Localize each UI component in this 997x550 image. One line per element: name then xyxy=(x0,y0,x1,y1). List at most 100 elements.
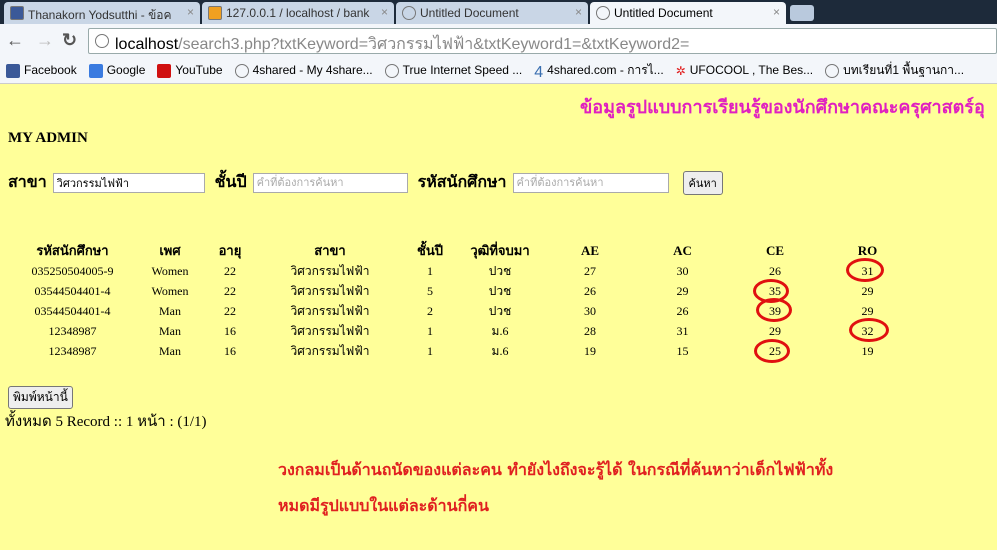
student-id-label: รหัสนักศึกษา xyxy=(417,172,507,191)
table-cell: 5 xyxy=(427,283,433,298)
table-cell: 29 xyxy=(769,323,781,338)
youtube-icon xyxy=(157,63,172,78)
table-header-row: รหัสนักศึกษา เพศ อายุ สาขา ชั้นปี วุฒิที่จบมา… xyxy=(20,240,925,261)
table-cell: Women xyxy=(151,283,189,298)
table-cell: 26 xyxy=(676,303,689,318)
table-cell: 30 xyxy=(676,263,689,278)
table-cell: ปวช xyxy=(488,303,512,318)
tab-strip: Thanakorn Yodsutthi - ข้อค × 127.0.0.1 / … xyxy=(0,0,997,24)
tab-facebook[interactable]: Thanakorn Yodsutthi - ข้อค × xyxy=(4,2,200,24)
column-header: ชั้นปี xyxy=(417,243,443,258)
table-cell: 1 xyxy=(427,323,433,338)
bookmark-4shared[interactable]: 4shared - My 4share... xyxy=(234,63,373,78)
globe-icon xyxy=(384,63,399,78)
close-icon[interactable]: × xyxy=(381,5,388,19)
table-cell: 2 xyxy=(427,303,433,318)
forward-icon[interactable]: → xyxy=(36,30,54,51)
branch-input[interactable] xyxy=(52,172,205,193)
column-header: CE xyxy=(765,242,785,258)
admin-heading: MY ADMIN xyxy=(8,130,88,146)
reload-icon[interactable]: ↻ xyxy=(62,30,77,51)
table-cell: ม.6 xyxy=(491,343,509,358)
new-tab-button[interactable] xyxy=(790,5,814,21)
table-cell: 29 xyxy=(861,283,874,298)
column-header: อายุ xyxy=(218,243,242,258)
highlight-circle xyxy=(756,298,792,322)
table-cell: 12348987 xyxy=(48,323,97,338)
table-cell: 03544504401-4 xyxy=(34,303,111,318)
search-button[interactable]: ค้นหา xyxy=(682,170,723,195)
table-cell: 035250504005-9 xyxy=(31,263,114,278)
google-icon xyxy=(88,63,103,78)
table-cell: 1 xyxy=(427,263,433,278)
table-cell: 31 xyxy=(676,323,689,338)
record-count: ทั้งหมด 5 Record :: 1 หน้า : (1/1) xyxy=(5,414,207,430)
close-icon[interactable]: × xyxy=(187,5,194,19)
table-cell: 29 xyxy=(676,283,689,298)
table-cell: 16 xyxy=(224,323,236,338)
back-icon[interactable]: ← xyxy=(6,30,24,51)
highlight-circle xyxy=(754,339,790,363)
tab-phpmyadmin[interactable]: 127.0.0.1 / localhost / bank × xyxy=(202,2,394,24)
bookmark-lesson[interactable]: บทเรียนที่1 พื้นฐานกา... xyxy=(825,61,964,80)
table-row: 03544504401-4 Women 22 วิศวกรรมไฟฟ้า 5 ปวช 26 2… xyxy=(20,281,925,301)
table-cell: Man xyxy=(159,343,181,358)
table-cell: 19 xyxy=(861,343,874,358)
search-form: สาขา ชั้นปี รหัสนักศึกษา ค้นหา xyxy=(8,170,723,195)
column-header: วุฒิที่จบมา xyxy=(470,243,530,258)
bookmark-ufocool[interactable]: ✲ UFOCOOL , The Bes... xyxy=(676,63,813,78)
year-input[interactable] xyxy=(252,172,408,193)
table-row: 035250504005-9 Women 22 วิศวกรรมไฟฟ้า 1 ปวช 27… xyxy=(20,261,925,281)
address-bar-row: ← → ↻ localhost/search3.php?txtKeyword=ว… xyxy=(0,24,997,58)
bookmark-4shared-com[interactable]: 4 4shared.com - การไ... xyxy=(534,61,663,81)
close-icon[interactable]: × xyxy=(575,5,582,19)
year-label: ชั้นปี xyxy=(214,172,247,191)
tab-untitled-1[interactable]: Untitled Document × xyxy=(396,2,588,24)
table-cell: ม.6 xyxy=(491,323,509,338)
tab-untitled-active[interactable]: Untitled Document × xyxy=(590,2,786,24)
bookmark-facebook[interactable]: Facebook xyxy=(6,63,77,78)
table-cell: ปวช xyxy=(488,283,512,298)
branch-label: สาขา xyxy=(8,172,47,191)
globe-icon xyxy=(596,6,610,20)
results-table: รหัสนักศึกษา เพศ อายุ สาขา ชั้นปี วุฒิที่จบมา… xyxy=(20,240,925,361)
column-header: สาขา xyxy=(314,243,346,258)
pma-icon xyxy=(208,6,222,20)
globe-icon xyxy=(402,6,416,20)
bookmark-google[interactable]: Google xyxy=(88,63,145,78)
note-line-1: วงกลมเป็นด้านถนัดของแต่ละคน ทำยังไงถึงจะ… xyxy=(278,460,834,479)
table-cell: 26 xyxy=(769,263,781,278)
facebook-icon xyxy=(10,6,24,20)
close-icon[interactable]: × xyxy=(773,5,780,19)
table-cell: 26 xyxy=(584,283,596,298)
column-header: รหัสนักศึกษา xyxy=(36,243,109,258)
globe-icon xyxy=(825,63,840,78)
globe-icon xyxy=(95,34,109,48)
facebook-icon xyxy=(6,63,20,78)
table-cell: วิศวกรรมไฟฟ้า xyxy=(290,323,370,338)
column-header: AC xyxy=(673,242,692,258)
page-title: ข้อมูลรูปแบบการเรียนรู้ของนักศึกษาคณะครุ… xyxy=(580,97,985,118)
table-cell: 03544504401-4 xyxy=(34,283,111,298)
highlight-circle xyxy=(846,258,884,282)
4shared-icon: 4 xyxy=(534,63,544,81)
column-header: เพศ xyxy=(159,243,181,258)
table-cell: วิศวกรรมไฟฟ้า xyxy=(290,343,370,358)
url-input[interactable]: localhost/search3.php?txtKeyword=วิศวกรร… xyxy=(88,28,997,54)
table-cell: 22 xyxy=(224,263,236,278)
table-cell: 16 xyxy=(224,343,236,358)
bookmark-true-speed[interactable]: True Internet Speed ... xyxy=(384,63,522,78)
table-cell: 22 xyxy=(224,303,236,318)
table-cell: Man xyxy=(159,323,181,338)
ufocool-icon: ✲ xyxy=(675,63,686,78)
table-cell: Women xyxy=(151,263,189,278)
table-cell: 27 xyxy=(584,263,596,278)
table-cell: 28 xyxy=(584,323,596,338)
table-cell: วิศวกรรมไฟฟ้า xyxy=(290,263,370,278)
bookmark-youtube[interactable]: YouTube xyxy=(157,63,223,78)
print-button[interactable]: พิมพ์หน้านี้ xyxy=(8,386,73,409)
highlight-circle xyxy=(849,318,889,342)
table-cell: 12348987 xyxy=(48,343,97,358)
table-row: 12348987 Man 16 วิศวกรรมไฟฟ้า 1 ม.6 28 31 29 32 xyxy=(20,321,925,341)
student-id-input[interactable] xyxy=(512,172,669,193)
